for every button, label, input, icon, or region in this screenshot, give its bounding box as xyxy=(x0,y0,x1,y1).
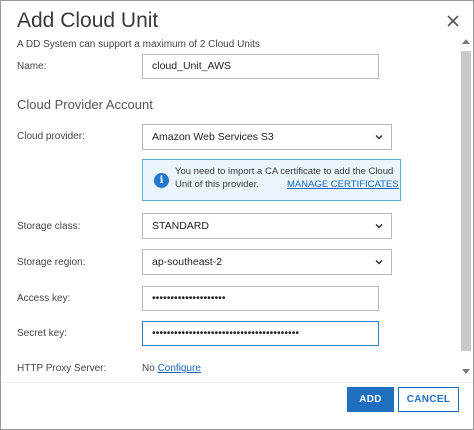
certificate-info-box: i You need to import a CA certificate to… xyxy=(142,159,401,201)
section-title: Cloud Provider Account xyxy=(17,97,153,112)
secret-key-label: Secret key: xyxy=(17,328,68,339)
info-text-line1: You need to import a CA certificate to a… xyxy=(175,166,394,177)
storage-region-select[interactable]: ap-southeast-2 xyxy=(142,249,392,275)
scroll-down-icon[interactable] xyxy=(462,369,470,374)
scroll-up-icon[interactable] xyxy=(462,39,470,44)
storage-region-value: ap-southeast-2 xyxy=(152,256,223,268)
storage-class-value: STANDARD xyxy=(152,220,209,232)
http-proxy-label: HTTP Proxy Server: xyxy=(17,363,107,374)
add-cloud-unit-dialog: Add Cloud Unit A DD System can support a… xyxy=(0,0,474,430)
chevron-down-icon xyxy=(375,134,383,140)
access-key-input[interactable]: •••••••••••••••••••• xyxy=(142,286,379,311)
configure-proxy-link[interactable]: Configure xyxy=(158,363,201,374)
manage-certificates-link[interactable]: MANAGE CERTIFICATES xyxy=(287,179,399,190)
dialog-subtitle: A DD System can support a maximum of 2 C… xyxy=(17,39,260,50)
vertical-scrollbar[interactable] xyxy=(459,35,473,381)
http-proxy-status: No xyxy=(142,363,155,374)
scrollbar-thumb[interactable] xyxy=(461,51,471,351)
http-proxy-value: No Configure xyxy=(142,363,201,374)
dialog-body: A DD System can support a maximum of 2 C… xyxy=(2,35,460,381)
info-icon: i xyxy=(154,173,169,188)
cloud-provider-select[interactable]: Amazon Web Services S3 xyxy=(142,124,392,150)
chevron-down-icon xyxy=(375,223,383,229)
chevron-down-icon xyxy=(375,259,383,265)
add-button[interactable]: ADD xyxy=(347,387,394,412)
info-text-line2: Unit of this provider. xyxy=(175,179,259,190)
secret-key-input[interactable]: •••••••••••••••••••••••••••••••••••••••• xyxy=(142,321,379,346)
dialog-title: Add Cloud Unit xyxy=(17,9,159,32)
cancel-button[interactable]: CANCEL xyxy=(398,387,459,412)
name-label: Name: xyxy=(17,61,47,72)
storage-region-label: Storage region: xyxy=(17,257,86,268)
cloud-provider-value: Amazon Web Services S3 xyxy=(152,131,274,143)
footer-divider xyxy=(2,382,473,383)
storage-class-label: Storage class: xyxy=(17,221,81,232)
cloud-provider-label: Cloud provider: xyxy=(17,131,85,142)
close-icon[interactable] xyxy=(445,13,461,29)
storage-class-select[interactable]: STANDARD xyxy=(142,213,392,239)
access-key-label: Access key: xyxy=(17,293,71,304)
name-input[interactable]: cloud_Unit_AWS xyxy=(142,54,379,79)
